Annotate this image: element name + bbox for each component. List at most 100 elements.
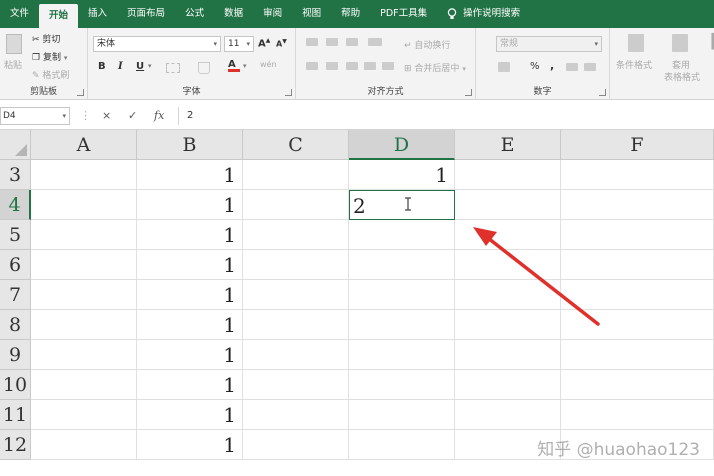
underline-dropdown[interactable]: ▾ xyxy=(148,62,152,70)
number-launcher[interactable] xyxy=(599,89,606,96)
cell-d5[interactable] xyxy=(349,220,455,250)
cell-c4[interactable] xyxy=(243,190,349,220)
format-painter-button[interactable]: ✎ 格式刷 xyxy=(32,68,69,81)
cell-a4[interactable] xyxy=(31,190,137,220)
number-format-select[interactable]: 常规 ▾ xyxy=(496,36,602,52)
cell-f9[interactable] xyxy=(561,340,714,370)
cell-a10[interactable] xyxy=(31,370,137,400)
row-header-4[interactable]: 4 xyxy=(0,190,31,220)
menu-review[interactable]: 审阅 xyxy=(253,0,292,28)
currency-icon[interactable] xyxy=(498,62,510,72)
formula-input[interactable]: 2 xyxy=(178,107,714,125)
cell-d11[interactable] xyxy=(349,400,455,430)
cell-a7[interactable] xyxy=(31,280,137,310)
cell-styles-icon[interactable]: ▐ xyxy=(706,34,714,50)
percent-button[interactable]: % xyxy=(530,61,540,72)
align-right-icon[interactable] xyxy=(346,62,358,70)
orientation-icon[interactable] xyxy=(368,38,382,46)
grow-font-button[interactable]: A▲ xyxy=(258,37,270,49)
increase-decimal-icon[interactable] xyxy=(566,63,578,71)
cell-a12[interactable] xyxy=(31,430,137,460)
bold-button[interactable]: B xyxy=(98,61,106,72)
border-icon[interactable] xyxy=(166,63,180,73)
row-header-5[interactable]: 5 xyxy=(0,220,31,250)
cell-e6[interactable] xyxy=(455,250,561,280)
font-size-select[interactable]: 11 ▾ xyxy=(224,36,254,52)
tell-me-search[interactable]: 操作说明搜索 xyxy=(437,0,520,28)
font-color-button[interactable]: A xyxy=(228,59,240,72)
cell-a3[interactable] xyxy=(31,160,137,190)
cell-f5[interactable] xyxy=(561,220,714,250)
fill-color-icon[interactable] xyxy=(198,62,210,74)
row-header-3[interactable]: 3 xyxy=(0,160,31,190)
shrink-font-button[interactable]: A▼ xyxy=(276,38,287,49)
wrap-text-button[interactable]: ↵ 自动换行 xyxy=(404,38,450,51)
enter-icon[interactable]: ✓ xyxy=(128,109,137,122)
cell-a9[interactable] xyxy=(31,340,137,370)
cell-e5[interactable] xyxy=(455,220,561,250)
cell-c5[interactable] xyxy=(243,220,349,250)
align-center-icon[interactable] xyxy=(326,62,338,70)
align-top-icon[interactable] xyxy=(306,38,318,46)
cell-b10[interactable]: 1 xyxy=(137,370,243,400)
cell-b4[interactable]: 1 xyxy=(137,190,243,220)
align-left-icon[interactable] xyxy=(306,62,318,70)
menu-insert[interactable]: 插入 xyxy=(78,0,117,28)
cell-c12[interactable] xyxy=(243,430,349,460)
cut-button[interactable]: ✂ 剪切 xyxy=(32,32,60,45)
cell-f4[interactable] xyxy=(561,190,714,220)
cell-d9[interactable] xyxy=(349,340,455,370)
merge-center-button[interactable]: ⊞ 合并后居中 ▾ xyxy=(404,61,466,74)
font-launcher[interactable] xyxy=(285,89,292,96)
cell-e9[interactable] xyxy=(455,340,561,370)
cancel-icon[interactable]: × xyxy=(102,109,111,122)
cell-b12[interactable]: 1 xyxy=(137,430,243,460)
cell-e3[interactable] xyxy=(455,160,561,190)
menu-file[interactable]: 文件 xyxy=(0,0,39,28)
cell-f11[interactable] xyxy=(561,400,714,430)
row-header-10[interactable]: 10 xyxy=(0,370,31,400)
cell-d10[interactable] xyxy=(349,370,455,400)
column-header-e[interactable]: E xyxy=(455,130,561,160)
conditional-format-button[interactable]: 条件格式 xyxy=(616,58,652,71)
cell-e8[interactable] xyxy=(455,310,561,340)
cell-f7[interactable] xyxy=(561,280,714,310)
cell-b3[interactable]: 1 xyxy=(137,160,243,190)
cell-e7[interactable] xyxy=(455,280,561,310)
underline-button[interactable]: U xyxy=(136,61,144,72)
phonetic-button[interactable]: wén xyxy=(260,60,277,69)
row-header-12[interactable]: 12 xyxy=(0,430,31,460)
clipboard-launcher[interactable] xyxy=(77,89,84,96)
cell-d7[interactable] xyxy=(349,280,455,310)
cell-a5[interactable] xyxy=(31,220,137,250)
cell-b9[interactable]: 1 xyxy=(137,340,243,370)
align-bottom-icon[interactable] xyxy=(346,38,358,46)
cell-f6[interactable] xyxy=(561,250,714,280)
column-header-a[interactable]: A xyxy=(31,130,137,160)
menu-formulas[interactable]: 公式 xyxy=(175,0,214,28)
copy-button[interactable]: ❐ 复制 ▾ xyxy=(32,50,67,63)
cell-b8[interactable]: 1 xyxy=(137,310,243,340)
column-header-c[interactable]: C xyxy=(243,130,349,160)
row-header-9[interactable]: 9 xyxy=(0,340,31,370)
cell-c6[interactable] xyxy=(243,250,349,280)
decrease-indent-icon[interactable] xyxy=(364,62,376,70)
format-as-table-line2[interactable]: 表格格式 xyxy=(664,70,700,83)
name-box[interactable]: D4 ▾ xyxy=(0,107,70,125)
cell-b5[interactable]: 1 xyxy=(137,220,243,250)
align-middle-icon[interactable] xyxy=(326,38,338,46)
cell-e11[interactable] xyxy=(455,400,561,430)
italic-button[interactable]: I xyxy=(118,61,123,72)
cell-b6[interactable]: 1 xyxy=(137,250,243,280)
cell-a6[interactable] xyxy=(31,250,137,280)
cell-d3[interactable]: 1 xyxy=(349,160,455,190)
cell-f3[interactable] xyxy=(561,160,714,190)
cell-f8[interactable] xyxy=(561,310,714,340)
increase-indent-icon[interactable] xyxy=(382,62,394,70)
cell-c8[interactable] xyxy=(243,310,349,340)
cell-b7[interactable]: 1 xyxy=(137,280,243,310)
paste-button[interactable]: 粘贴 xyxy=(4,58,22,71)
font-name-select[interactable]: 宋体 ▾ xyxy=(93,36,221,52)
row-header-11[interactable]: 11 xyxy=(0,400,31,430)
menu-page-layout[interactable]: 页面布局 xyxy=(117,0,175,28)
